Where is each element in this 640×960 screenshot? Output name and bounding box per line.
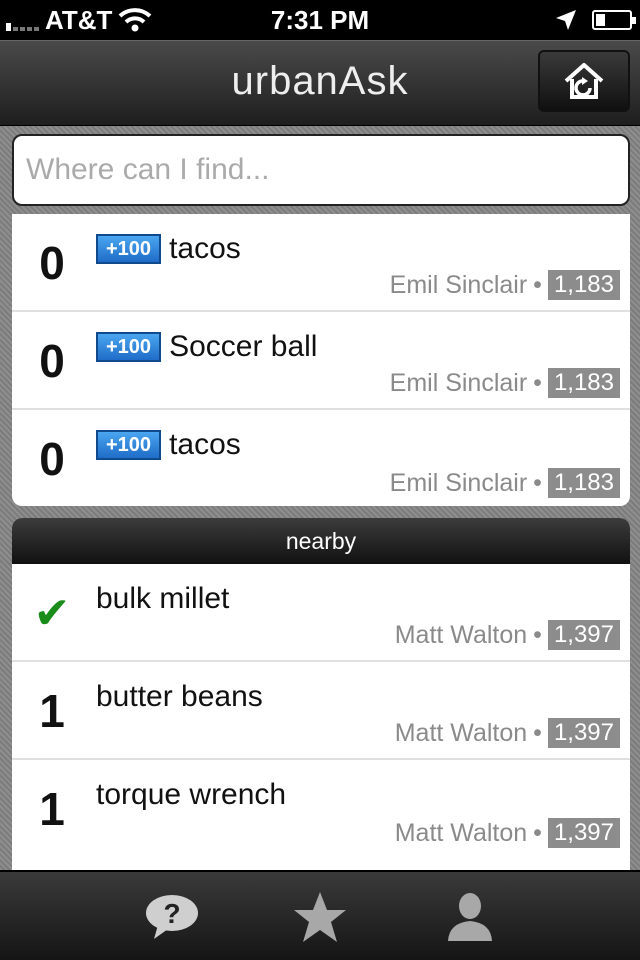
item-title-line: +100 tacos [96,428,241,462]
search-box[interactable] [12,134,630,206]
reputation-badge: 1,397 [547,620,620,650]
nearby-list: nearby ✔ bulk millet Matt Walton • 1,397… [12,518,630,870]
item-meta: Matt Walton • 1,397 [395,818,620,848]
separator-dot: • [533,718,542,747]
item-user: Emil Sinclair [389,368,528,397]
item-title: tacos [169,428,241,461]
reputation-badge: 1,397 [547,718,620,748]
list-item[interactable]: 0 +100 tacos Emil Sinclair • 1,183 [12,214,630,312]
reputation-badge: 1,183 [547,270,620,300]
location-arrow-icon [556,10,576,30]
item-title-line: bulk millet [96,582,229,616]
separator-dot: • [533,818,542,847]
bounty-badge: +100 [96,430,162,460]
search-input[interactable] [26,153,628,187]
item-user: Matt Walton [394,718,528,747]
reputation-badge: 1,183 [547,468,620,498]
item-meta: Emil Sinclair • 1,183 [390,270,620,300]
item-user: Emil Sinclair [389,468,528,497]
item-meta: Emil Sinclair • 1,183 [390,368,620,398]
list-item[interactable]: ✔ bulk millet Matt Walton • 1,397 [12,564,630,662]
tab-profile[interactable] [430,882,510,952]
status-bar: AT&T 7:31 PM [0,0,640,40]
nav-bar: urbanAsk [0,40,640,126]
item-score: 0 [39,335,65,387]
home-button[interactable] [538,50,630,112]
item-title-line: +100 tacos [96,232,241,266]
item-title-line: butter beans [96,680,263,714]
bounty-badge: +100 [96,332,162,362]
separator-dot: • [533,620,542,649]
item-score: 0 [39,237,65,289]
item-title: butter beans [96,680,263,713]
svg-text:?: ? [163,898,180,929]
bounty-badge: +100 [96,234,162,264]
questions-list: 0 +100 tacos Emil Sinclair • 1,183 0 +10… [12,214,630,506]
status-time: 7:31 PM [270,5,370,35]
item-title: Soccer ball [169,330,318,363]
home-refresh-icon [564,63,604,99]
tab-favorites[interactable] [280,882,360,952]
item-user: Matt Walton [394,818,528,847]
item-title: bulk millet [96,582,230,615]
list-item[interactable]: 1 butter beans Matt Walton • 1,397 [12,662,630,760]
separator-dot: • [533,368,542,397]
item-score: 1 [39,783,65,835]
item-user: Emil Sinclair [389,270,528,299]
item-score: 0 [39,433,65,485]
item-title: tacos [169,232,241,265]
item-meta: Emil Sinclair • 1,183 [390,468,620,498]
item-title-line: +100 Soccer ball [96,330,317,364]
separator-dot: • [533,270,542,299]
reputation-badge: 1,397 [547,818,620,848]
content-area[interactable]: 0 +100 tacos Emil Sinclair • 1,183 0 +10… [0,126,640,870]
list-item[interactable]: 0 +100 Soccer ball Emil Sinclair • 1,183 [12,312,630,410]
battery-icon [592,10,636,30]
tab-bar: ? [0,870,640,960]
item-title: torque wrench [96,778,287,811]
list-item[interactable]: 1 torque wrench Matt Walton • 1,397 [12,760,630,858]
question-bubble-icon: ? [146,895,198,939]
reputation-badge: 1,183 [547,368,620,398]
separator-dot: • [533,468,542,497]
item-meta: Matt Walton • 1,397 [395,718,620,748]
person-icon [448,893,492,941]
tab-questions[interactable]: ? [132,882,212,952]
star-icon [294,892,346,942]
item-meta: Matt Walton • 1,397 [395,620,620,650]
list-item[interactable]: 0 +100 tacos Emil Sinclair • 1,183 [12,410,630,506]
item-title-line: torque wrench [96,778,286,812]
item-score: 1 [39,685,65,737]
answered-check-icon: ✔ [33,588,71,638]
item-user: Matt Walton [394,620,528,649]
status-right [554,0,636,40]
nearby-header: nearby [12,518,630,564]
